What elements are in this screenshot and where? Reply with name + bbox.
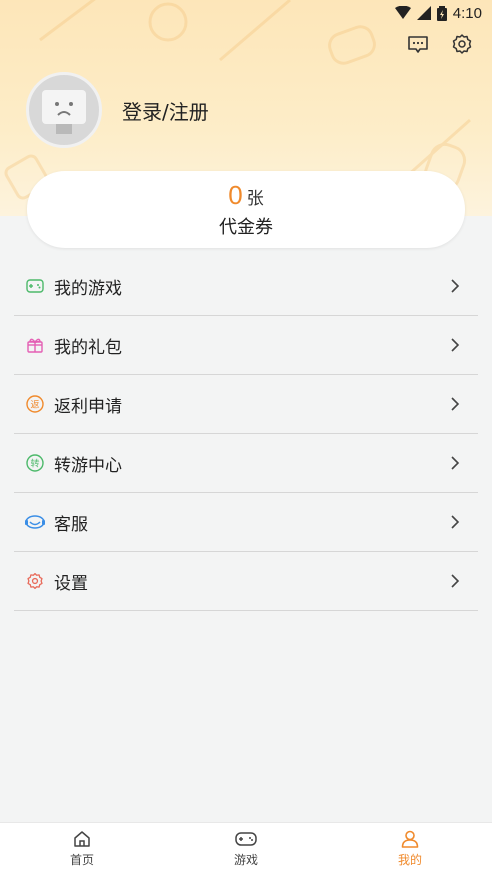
nav-label: 首页 [69,853,94,867]
coupon-label: 代金券 [219,217,273,238]
avatar[interactable] [26,72,102,148]
top-actions [406,32,474,56]
gear-icon[interactable] [450,32,474,56]
chevron-right-icon [451,574,460,588]
customer-service-icon [24,511,46,533]
battery-icon [436,5,447,21]
message-icon[interactable] [406,32,430,56]
rebate-icon: 返 [24,393,46,415]
user-icon [401,830,419,848]
gamepad-icon [235,832,257,846]
chevron-right-icon [451,279,460,293]
chevron-right-icon [451,397,460,411]
menu-item-rebate[interactable]: 返 返利申请 [14,375,478,434]
wifi-icon [394,6,411,19]
menu-item-label: 设置 [54,573,88,594]
signal-icon [416,6,431,20]
menu-item-label: 转游中心 [54,455,122,476]
svg-text:转: 转 [30,458,39,470]
menu-item-label: 我的游戏 [54,278,122,299]
bottom-nav: 首页 游戏 我的 [0,822,492,874]
menu-item-label: 客服 [54,514,88,535]
nav-mine[interactable]: 我的 [328,823,492,874]
menu-item-label: 返利申请 [54,396,122,417]
menu-item-label: 我的礼包 [54,337,122,358]
menu-item-settings[interactable]: 设置 [14,552,478,611]
status-time: 4:10 [452,4,482,22]
menu-item-my-gifts[interactable]: 我的礼包 [14,316,478,375]
menu-item-customer-service[interactable]: 客服 [14,493,478,552]
menu-list: 我的游戏 我的礼包 返 返利申请 转 转游中心 客服 设置 [14,257,478,611]
nav-games[interactable]: 游戏 [164,823,328,874]
coupon-card[interactable]: 0 张 代金券 [27,171,465,248]
chevron-right-icon [451,338,460,352]
gamepad-icon [24,275,46,297]
menu-item-transfer-center[interactable]: 转 转游中心 [14,434,478,493]
coupon-unit: 张 [246,189,264,209]
nav-label: 我的 [397,853,422,867]
menu-item-my-games[interactable]: 我的游戏 [14,257,478,316]
chevron-right-icon [451,456,460,470]
coupon-count: 0 [228,180,243,210]
login-register-link[interactable]: 登录/注册 [122,96,209,125]
nav-label: 游戏 [233,853,258,867]
chevron-right-icon [451,515,460,529]
gift-icon [24,334,46,356]
svg-text:返: 返 [30,399,39,411]
status-bar: 4:10 [0,0,492,26]
default-avatar-icon [42,90,86,134]
home-icon [74,831,90,847]
transfer-icon: 转 [24,452,46,474]
nav-home[interactable]: 首页 [0,823,164,874]
settings-icon [24,570,46,592]
